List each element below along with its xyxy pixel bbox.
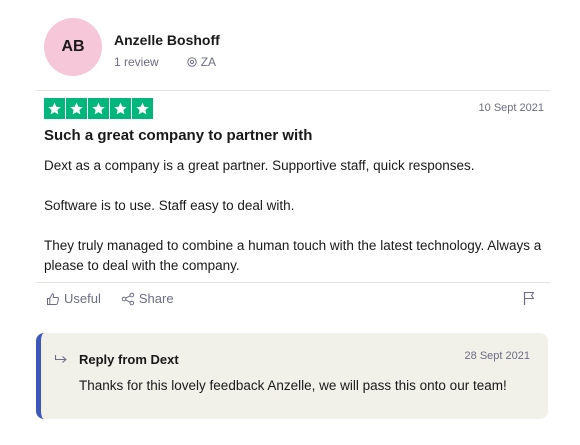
reply-title: Reply from Dext <box>79 352 179 367</box>
star-icon <box>44 98 65 119</box>
reply-date: 28 Sept 2021 <box>464 350 530 362</box>
review-count: 1 review <box>114 55 159 69</box>
useful-label: Useful <box>64 291 101 306</box>
reviewer-header: AB Anzelle Boshoff 1 review ZA <box>44 18 220 76</box>
avatar[interactable]: AB <box>44 18 102 76</box>
review-paragraph: They truly managed to combine a human to… <box>44 238 542 273</box>
star-icon <box>66 98 87 119</box>
flag-icon <box>523 291 535 305</box>
reviewer-country: ZA <box>200 55 217 69</box>
reviewer-info: Anzelle Boshoff 1 review ZA <box>114 32 220 69</box>
star-icon <box>132 98 153 119</box>
thumbs-up-icon <box>47 292 59 305</box>
useful-button[interactable]: Useful <box>46 291 101 306</box>
review-body: Dext as a company is a great partner. Su… <box>44 156 544 276</box>
star-icon <box>110 98 131 119</box>
location-icon <box>186 57 197 67</box>
reply-text: Thanks for this lovely feedback Anzelle,… <box>79 378 507 393</box>
review-paragraph: Dext as a company is a great partner. Su… <box>44 158 475 173</box>
reviewer-meta: 1 review ZA <box>114 55 220 69</box>
review-date: 10 Sept 2021 <box>478 102 544 114</box>
review-paragraph: Software is to use. Staff easy to deal w… <box>44 198 295 213</box>
share-label: Share <box>138 291 174 306</box>
review-actions: Useful Share <box>46 291 194 306</box>
share-icon <box>121 292 134 305</box>
star-rating <box>44 98 154 119</box>
divider <box>36 90 550 91</box>
report-button[interactable] <box>522 291 536 311</box>
reviewer-name[interactable]: Anzelle Boshoff <box>114 32 220 48</box>
review-title[interactable]: Such a great company to partner with <box>44 127 312 144</box>
share-button[interactable]: Share <box>121 291 174 306</box>
star-icon <box>88 98 109 119</box>
company-reply: Reply from Dext 28 Sept 2021 Thanks for … <box>36 333 548 419</box>
divider <box>36 282 550 283</box>
reply-arrow-icon <box>54 353 70 371</box>
